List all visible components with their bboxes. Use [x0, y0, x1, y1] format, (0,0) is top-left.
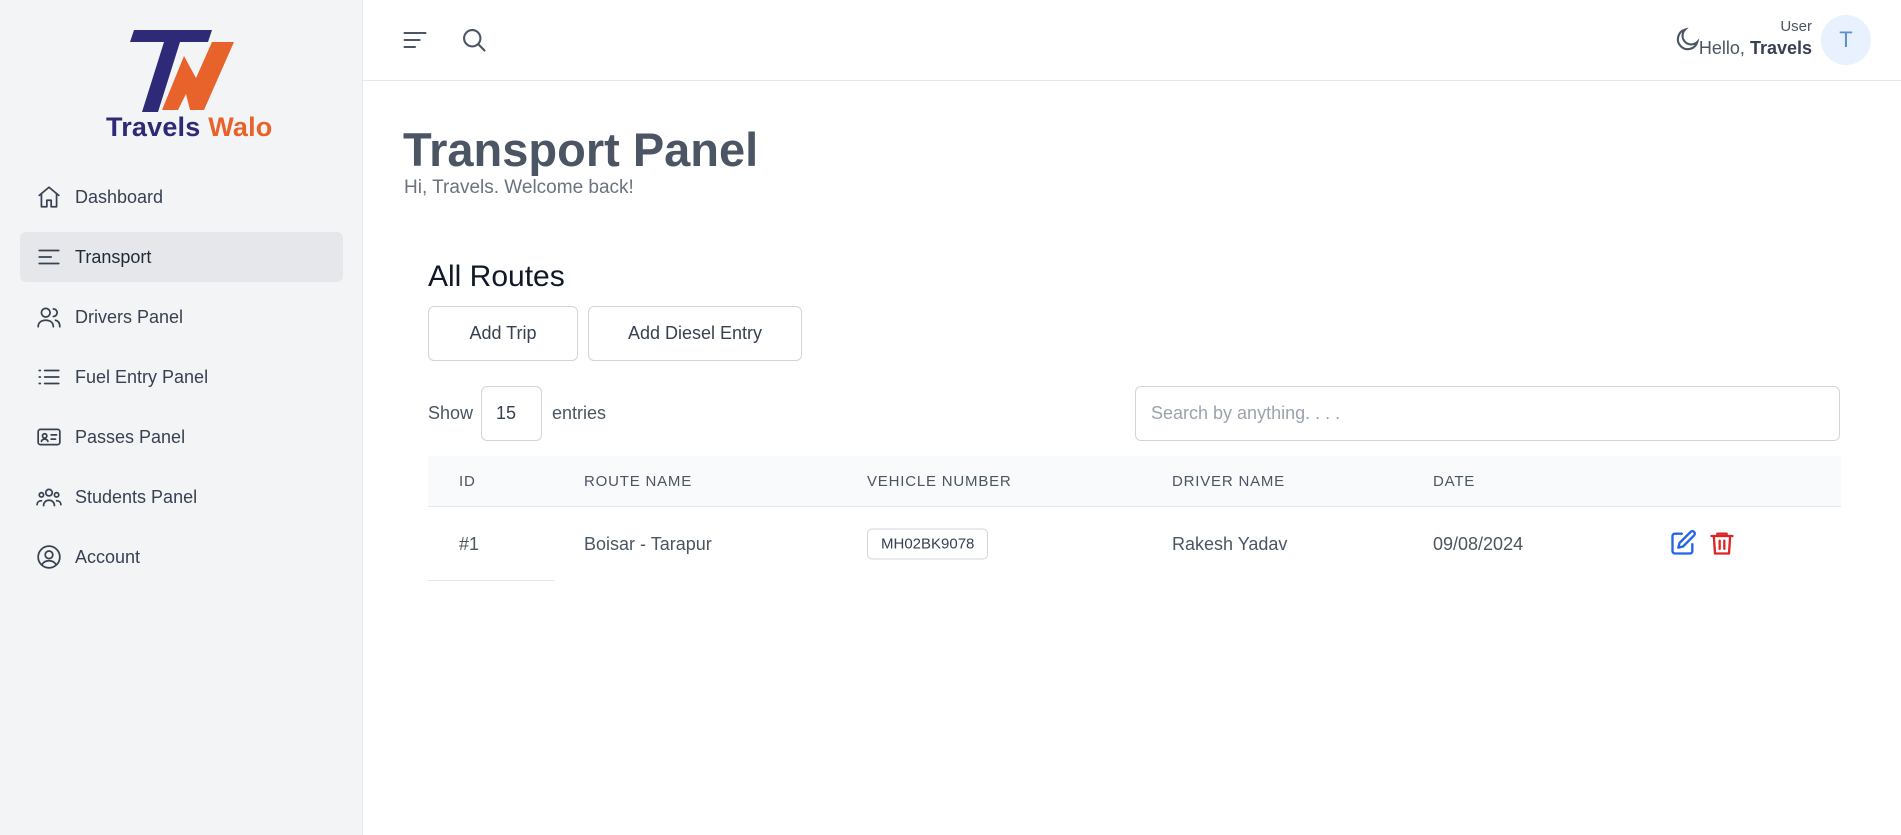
- page-title: Transport Panel: [403, 123, 759, 176]
- sidebar-item-label: Account: [75, 546, 141, 567]
- brand-name-part2: Walo: [208, 112, 273, 142]
- sidebar-item-fuel-entry-panel[interactable]: Fuel Entry Panel: [20, 352, 343, 402]
- sidebar-item-label: Students Panel: [75, 486, 198, 507]
- search-input[interactable]: [1135, 386, 1840, 441]
- column-header-date[interactable]: DATE: [1433, 473, 1475, 490]
- brand-name-part1: Travels: [106, 112, 201, 142]
- table-row: #1 Boisar - Tarapur MH02BK9078 Rakesh Ya…: [428, 507, 1841, 581]
- search-icon[interactable]: [460, 26, 490, 56]
- sidebar-item-students-panel[interactable]: Students Panel: [20, 472, 343, 522]
- add-trip-button[interactable]: Add Trip: [428, 306, 578, 361]
- cell-driver-name: Rakesh Yadav: [1172, 534, 1288, 554]
- sidebar-item-label: Drivers Panel: [75, 306, 184, 327]
- topbar: User Hello, Travels T: [363, 0, 1901, 81]
- entries-label: entries: [552, 403, 607, 423]
- menu-toggle-icon[interactable]: [401, 26, 431, 56]
- users-icon: [35, 303, 63, 331]
- avatar[interactable]: T: [1821, 15, 1871, 65]
- logo-mark-icon: [130, 30, 234, 112]
- routes-table: ID ROUTE NAME VEHICLE NUMBER DRIVER NAME…: [428, 456, 1841, 581]
- sidebar: Travels Walo Dashboard Transport Drivers…: [0, 0, 363, 835]
- sidebar-item-label: Passes Panel: [75, 426, 186, 447]
- column-header-driver-name[interactable]: DRIVER NAME: [1172, 473, 1285, 490]
- group-icon: [35, 483, 63, 511]
- sidebar-item-drivers-panel[interactable]: Drivers Panel: [20, 292, 343, 342]
- greeting-hello: Hello,: [1698, 38, 1745, 58]
- id-card-icon: [35, 423, 63, 451]
- brand-name: Travels Walo: [106, 112, 272, 143]
- entries-per-page-input[interactable]: [481, 386, 542, 441]
- cell-route-name: Boisar - Tarapur: [584, 534, 712, 554]
- sidebar-item-label: Transport: [75, 246, 152, 267]
- cell-date: 09/08/2024: [1433, 534, 1524, 554]
- list-icon: [35, 363, 63, 391]
- vehicle-number-badge: MH02BK9078: [867, 528, 989, 560]
- user-info[interactable]: User Hello, Travels: [1699, 18, 1812, 59]
- sidebar-item-account[interactable]: Account: [20, 532, 343, 582]
- edit-icon[interactable]: [1669, 529, 1699, 559]
- column-header-id[interactable]: ID: [459, 473, 476, 490]
- brand-logo[interactable]: Travels Walo: [102, 26, 272, 144]
- user-role: User: [1780, 18, 1812, 35]
- user-name: Travels: [1749, 38, 1812, 58]
- sidebar-item-dashboard[interactable]: Dashboard: [20, 172, 343, 222]
- row-divider: [428, 580, 554, 581]
- section-title: All Routes: [428, 260, 565, 293]
- page-subtitle: Hi, Travels. Welcome back!: [404, 177, 634, 198]
- table-header: ID ROUTE NAME VEHICLE NUMBER DRIVER NAME…: [428, 456, 1841, 507]
- home-icon: [35, 183, 63, 211]
- menu-lines-icon: [35, 243, 63, 271]
- column-header-vehicle-number[interactable]: VEHICLE NUMBER: [867, 473, 1012, 490]
- show-label: Show: [428, 403, 474, 423]
- sidebar-item-label: Dashboard: [75, 186, 164, 207]
- delete-icon[interactable]: [1708, 529, 1738, 559]
- user-greeting: Hello, Travels: [1699, 38, 1812, 59]
- sidebar-item-transport[interactable]: Transport: [20, 232, 343, 282]
- add-diesel-entry-button[interactable]: Add Diesel Entry: [588, 306, 802, 361]
- column-header-route-name[interactable]: ROUTE NAME: [584, 473, 692, 490]
- cell-id: #1: [459, 534, 480, 554]
- sidebar-nav: Dashboard Transport Drivers Panel Fuel E…: [20, 172, 343, 592]
- user-circle-icon: [35, 543, 63, 571]
- sidebar-item-label: Fuel Entry Panel: [75, 366, 209, 387]
- sidebar-item-passes-panel[interactable]: Passes Panel: [20, 412, 343, 462]
